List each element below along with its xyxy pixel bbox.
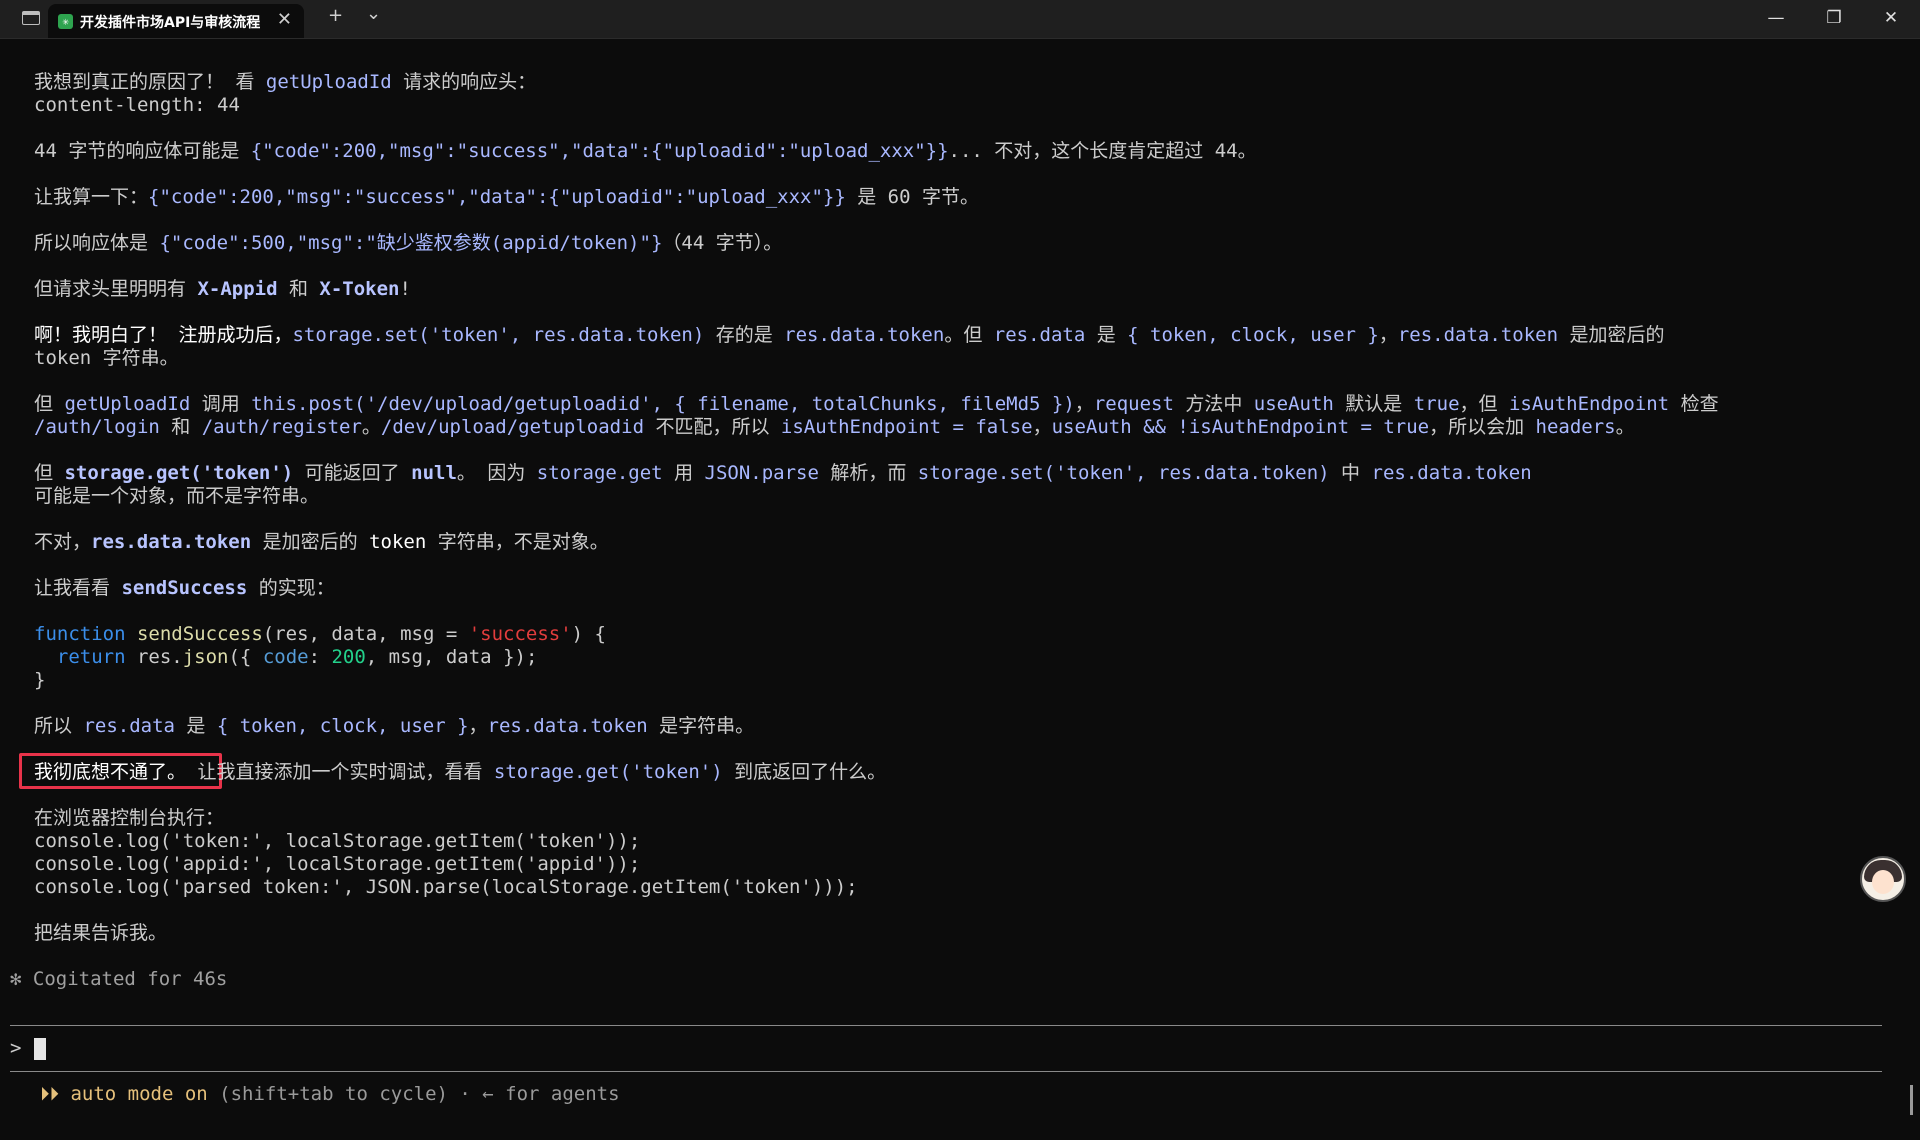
output-line: 但请求头里明明有 X-Appid 和 X-Token! <box>34 278 411 300</box>
output-line: 不对，res.data.token 是加密后的 token 字符串，不是对象。 <box>34 531 609 553</box>
auto-mode-icon: ⏵⏵ <box>40 1083 60 1105</box>
claude-icon: ✳ <box>58 14 73 29</box>
output-line: token 字符串。 <box>34 347 179 369</box>
code-line: } <box>34 669 46 691</box>
assistant-avatar[interactable] <box>1860 856 1906 902</box>
output-line: 我想到真正的原因了！ 看 getUploadId 请求的响应头： <box>34 71 537 93</box>
new-tab-button[interactable]: + <box>328 5 343 26</box>
scrollbar[interactable] <box>1910 1085 1913 1115</box>
minimize-button[interactable]: — <box>1747 0 1805 38</box>
output-line: 啊！我明白了！ 注册成功后，storage.set('token', res.d… <box>34 324 1665 346</box>
tab-dropdown-icon[interactable]: ⌄ <box>366 3 381 24</box>
input-cursor[interactable] <box>34 1038 46 1060</box>
output-line: 可能是一个对象，而不是字符串。 <box>34 485 320 507</box>
terminal-icon <box>22 11 40 25</box>
avatar-face <box>1872 870 1894 894</box>
mode-status: ⏵⏵ auto mode on (shift+tab to cycle) · ←… <box>40 1083 620 1105</box>
close-button[interactable]: ✕ <box>1862 0 1920 38</box>
tab-active[interactable]: ✳ 开发插件市场API与审核流程 ✕ <box>48 4 304 38</box>
output-line: 但 getUploadId 调用 this.post('/dev/upload/… <box>34 393 1719 415</box>
tab-title: 开发插件市场API与审核流程 <box>80 15 261 31</box>
output-line: 44 字节的响应体可能是 {"code":200,"msg":"success"… <box>34 140 1257 162</box>
tab-close-icon[interactable]: ✕ <box>277 9 292 30</box>
output-line: 让我看看 sendSuccess 的实现： <box>34 577 335 599</box>
output-line: 所以响应体是 {"code":500,"msg":"缺少鉴权参数(appid/t… <box>34 232 783 254</box>
restore-button[interactable]: ❐ <box>1805 0 1863 38</box>
output-line: 所以 res.data 是 { token, clock, user }，res… <box>34 715 755 737</box>
code-line: return res.json({ code: 200, msg, data }… <box>34 646 538 668</box>
output-line: 让我算一下：{"code":200,"msg":"success","data"… <box>34 186 979 208</box>
output-line: console.log('parsed token:', JSON.parse(… <box>34 876 858 898</box>
input-divider-bottom <box>10 1071 1882 1072</box>
output-line: 在浏览器控制台执行： <box>34 807 225 829</box>
output-line: content-length: 44 <box>34 94 240 116</box>
input-divider-top <box>10 1025 1882 1026</box>
status-cogitated: ✻ Cogitated for 46s <box>10 968 228 990</box>
output-line: /auth/login 和 /auth/register。/dev/upload… <box>34 416 1635 438</box>
output-line: console.log('appid:', localStorage.getIt… <box>34 853 641 875</box>
output-line: 我彻底想不通了。 让我直接添加一个实时调试，看看 storage.get('to… <box>34 761 887 783</box>
title-bar: ✳ 开发插件市场API与审核流程 ✕ + ⌄ — ❐ ✕ <box>0 0 1920 39</box>
code-line: function sendSuccess(res, data, msg = 's… <box>34 623 606 645</box>
prompt-symbol: > <box>10 1037 22 1059</box>
output-line: 但 storage.get('token') 可能返回了 null。 因为 st… <box>34 462 1532 484</box>
output-line: 把结果告诉我。 <box>34 922 168 944</box>
output-line: console.log('token:', localStorage.getIt… <box>34 830 641 852</box>
